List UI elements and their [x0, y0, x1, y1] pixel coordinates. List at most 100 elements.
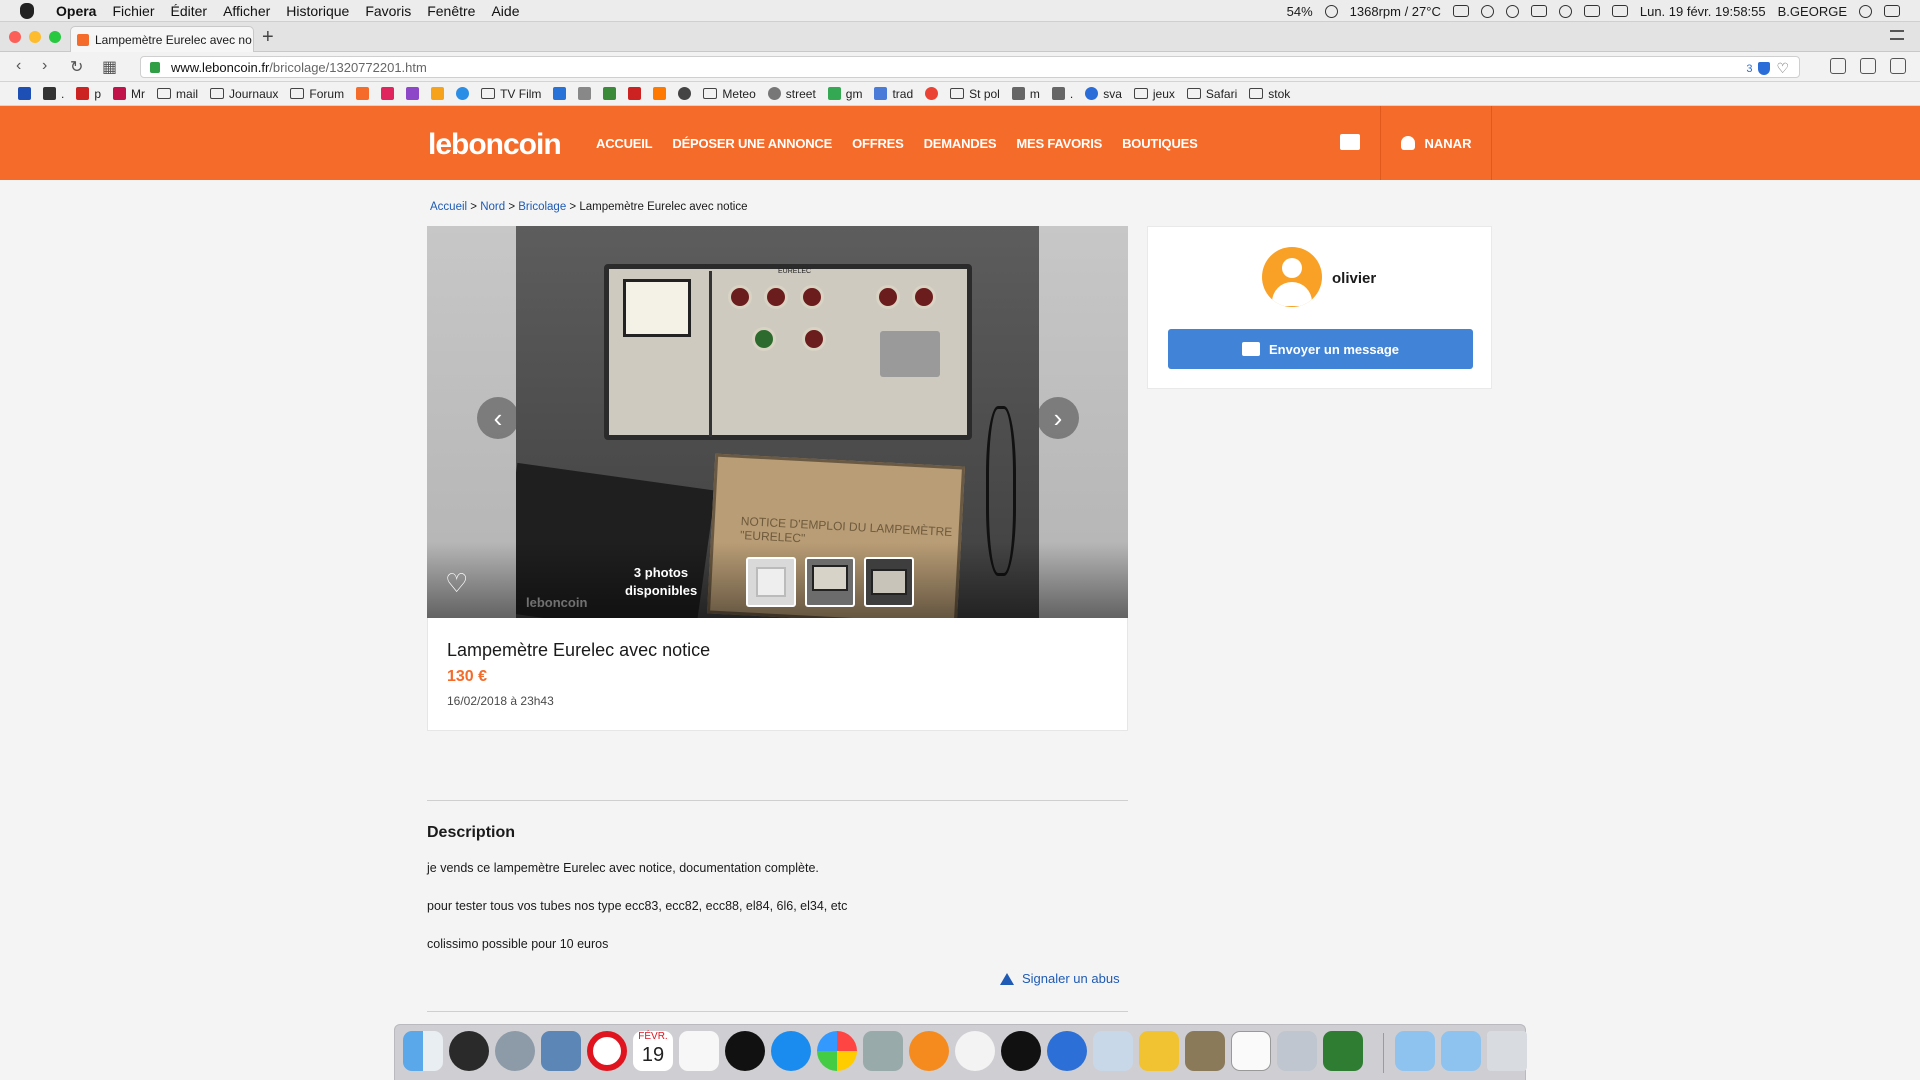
launchpad-icon[interactable] [495, 1031, 535, 1071]
bookmark-item[interactable]: m [1011, 87, 1040, 101]
document-icon[interactable] [1231, 1031, 1271, 1071]
opera-icon[interactable] [587, 1031, 627, 1071]
photo-thumbnail-3[interactable] [864, 557, 914, 607]
notes-icon[interactable] [1139, 1031, 1179, 1071]
bookmark-heart-icon[interactable]: ♡ [1776, 60, 1789, 77]
airplay-icon[interactable] [1452, 5, 1469, 17]
card-game-icon[interactable] [1001, 1031, 1041, 1071]
menu-fenetre[interactable]: Fenêtre [419, 3, 483, 19]
nav-demandes[interactable]: DEMANDES [924, 136, 997, 151]
wifi-icon[interactable] [1480, 4, 1494, 18]
nav-deposer-annonce[interactable]: DÉPOSER UNE ANNONCE [672, 136, 832, 151]
photo-thumbnail-2[interactable] [805, 557, 855, 607]
bookmark-item[interactable]: trad [874, 87, 913, 101]
solitaire-icon[interactable] [725, 1031, 765, 1071]
favorite-heart-icon[interactable]: ♡ [445, 568, 468, 599]
seller-name[interactable]: olivier [1332, 270, 1376, 287]
bookmark-folder[interactable]: Forum [290, 87, 344, 101]
bookmark-item[interactable]: . [1051, 87, 1073, 101]
notification-center-icon[interactable] [1884, 5, 1900, 17]
forward-icon[interactable]: › [42, 57, 47, 75]
apple-icon[interactable] [20, 2, 34, 19]
volume-icon[interactable] [1530, 5, 1547, 17]
tab-menu-icon[interactable] [1890, 30, 1904, 40]
menu-historique[interactable]: Historique [278, 3, 357, 19]
breadcrumb-category[interactable]: Bricolage [518, 201, 566, 213]
bookmark-folder[interactable]: Meteo [703, 87, 756, 101]
extension-icon[interactable] [1830, 58, 1846, 74]
seller-avatar[interactable] [1262, 247, 1322, 307]
bookmark-item[interactable] [406, 87, 420, 100]
x-app-icon[interactable] [1047, 1031, 1087, 1071]
download-icon[interactable] [1890, 58, 1906, 74]
minimize-window-button[interactable] [29, 31, 41, 43]
reminders-icon[interactable] [679, 1031, 719, 1071]
clock[interactable]: Lun. 19 févr. 19:58:55 [1640, 4, 1766, 19]
reload-icon[interactable]: ↻ [70, 57, 83, 77]
bookmark-folder[interactable]: TV Film [481, 87, 541, 101]
nav-accueil[interactable]: ACCUEIL [596, 136, 653, 151]
bookmark-item[interactable]: gm [827, 87, 862, 101]
bookmark-item[interactable] [653, 87, 667, 100]
back-icon[interactable]: ‹ [16, 57, 21, 75]
bookmark-item[interactable] [431, 87, 445, 100]
bookmark-item[interactable]: sva [1085, 87, 1122, 101]
bookmark-item[interactable] [678, 87, 692, 100]
safari-icon[interactable] [771, 1031, 811, 1071]
bookmark-item[interactable] [456, 87, 470, 100]
bookmark-item[interactable] [578, 87, 592, 100]
bookmark-item[interactable] [553, 87, 567, 100]
preview-images-icon[interactable] [1093, 1031, 1133, 1071]
close-window-button[interactable] [9, 31, 21, 43]
bookmark-item[interactable] [925, 87, 939, 100]
itunes-icon[interactable] [955, 1031, 995, 1071]
leboncoin-logo[interactable]: leboncoin [428, 128, 562, 162]
dashboard-icon[interactable] [449, 1031, 489, 1071]
photo-thumbnail-1[interactable] [746, 557, 796, 607]
bookmark-item[interactable]: . [43, 87, 64, 101]
fan-speed[interactable]: 1368rpm / 27°C [1350, 4, 1441, 19]
user-name[interactable]: B.GEORGE [1778, 4, 1847, 19]
bookmark-item[interactable]: Mr [113, 87, 145, 101]
nav-boutiques[interactable]: BOUTIQUES [1122, 136, 1198, 151]
new-tab-button[interactable]: + [262, 26, 274, 49]
memory-monitor-icon[interactable] [1323, 1031, 1363, 1071]
gallery-prev-button[interactable]: ‹ [477, 397, 519, 439]
breadcrumb-home[interactable]: Accueil [430, 201, 467, 213]
preview-icon[interactable] [541, 1031, 581, 1071]
menu-favoris[interactable]: Favoris [357, 3, 419, 19]
eject-icon[interactable] [1611, 5, 1628, 17]
account-button[interactable]: NANAR [1380, 106, 1492, 180]
bookmark-folder[interactable]: Journaux [210, 87, 278, 101]
trash-icon[interactable] [1487, 1031, 1527, 1071]
bookmark-item[interactable] [356, 87, 370, 100]
spotlight-search-icon[interactable] [1859, 4, 1872, 18]
keyboard-flag-icon[interactable] [1583, 5, 1600, 17]
bookmark-folder[interactable]: mail [157, 87, 198, 101]
menu-aide[interactable]: Aide [483, 3, 527, 19]
finder-icon[interactable] [403, 1031, 443, 1071]
bookmark-folder[interactable]: Safari [1186, 87, 1237, 101]
bookmark-item[interactable]: street [767, 87, 816, 101]
bookmark-folder[interactable]: jeux [1133, 87, 1175, 101]
bookmark-item[interactable] [628, 87, 642, 100]
gallery-next-button[interactable]: › [1037, 397, 1079, 439]
bookmark-item[interactable] [381, 87, 395, 100]
gimp-icon[interactable] [1185, 1031, 1225, 1071]
bluetooth-icon[interactable] [1558, 4, 1572, 18]
battery-percent[interactable]: 54% [1287, 4, 1313, 19]
bookmark-folder[interactable]: stok [1249, 87, 1290, 101]
applications-folder-icon[interactable] [1395, 1031, 1435, 1071]
browser-tab-active[interactable]: Lampemètre Eurelec avec no × [70, 26, 254, 52]
menu-afficher[interactable]: Afficher [215, 3, 278, 19]
system-utility-icon[interactable] [863, 1031, 903, 1071]
bookmark-item[interactable] [603, 87, 617, 100]
nav-mes-favoris[interactable]: MES FAVORIS [1016, 136, 1102, 151]
address-field[interactable]: www.leboncoin.fr /bricolage/1320772201.h… [140, 56, 1800, 78]
zoom-window-button[interactable] [49, 31, 61, 43]
breadcrumb-region[interactable]: Nord [480, 201, 505, 213]
bookmark-folder[interactable]: St pol [950, 87, 1000, 101]
downloads-folder-icon[interactable] [1441, 1031, 1481, 1071]
photos-icon[interactable] [817, 1031, 857, 1071]
share-icon[interactable] [1860, 58, 1876, 74]
